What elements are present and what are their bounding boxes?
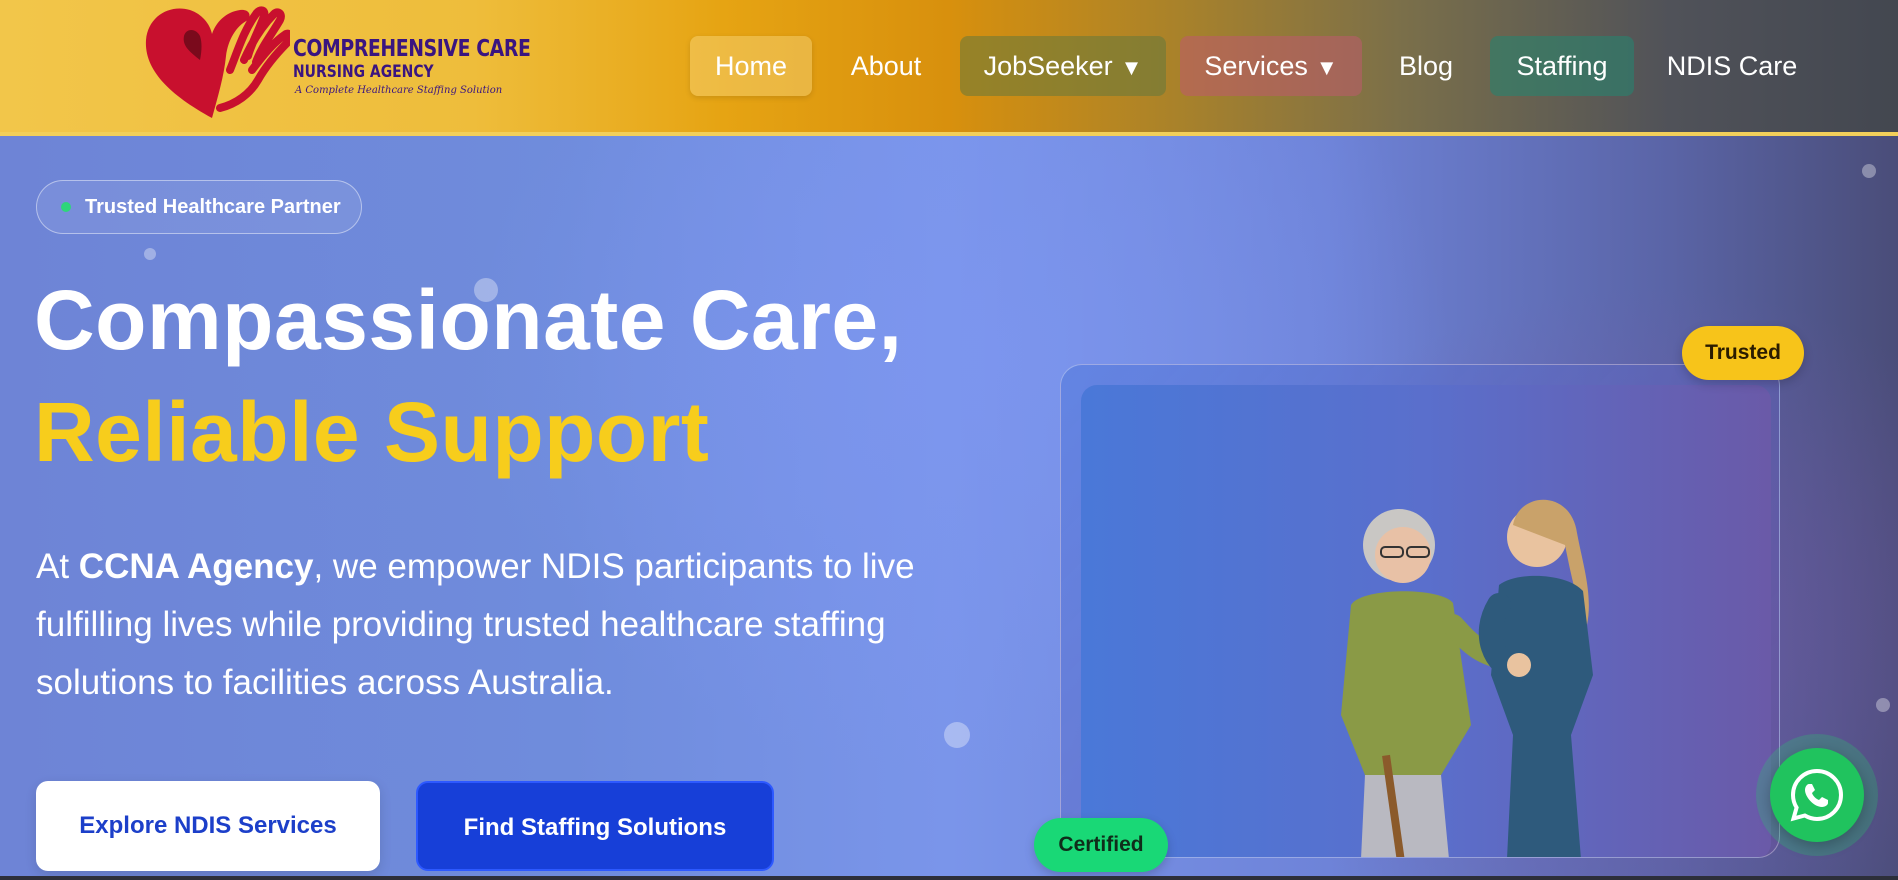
decor-dot xyxy=(944,722,970,748)
trusted-partner-pill: Trusted Healthcare Partner xyxy=(36,180,362,234)
trusted-badge: Trusted xyxy=(1682,326,1804,380)
hero-section: Trusted Healthcare Partner Compassionate… xyxy=(0,136,1898,880)
headline-line1: Compassionate Care, xyxy=(34,273,903,367)
heart-hands-icon xyxy=(145,6,290,119)
logo-tagline: A Complete Healthcare Staffing Solution xyxy=(295,85,503,96)
nav-jobseeker-label: JobSeeker xyxy=(983,51,1113,81)
whatsapp-button[interactable] xyxy=(1770,748,1864,842)
divider xyxy=(0,876,1898,880)
caregiver-elderly-photo xyxy=(1341,499,1593,857)
logo-subtitle: NURSING AGENCY xyxy=(293,62,434,82)
find-staffing-button[interactable]: Find Staffing Solutions xyxy=(416,781,774,871)
decor-dot xyxy=(1862,164,1876,178)
nav-jobseeker-dropdown[interactable]: JobSeeker ▼ xyxy=(960,36,1166,96)
hero-image-card xyxy=(1060,364,1780,858)
logo[interactable]: COMPREHENSIVE CARE NURSING AGENCY A Comp… xyxy=(140,0,531,125)
desc-prefix: At xyxy=(36,547,79,586)
nav-ndis-care-label: NDIS Care xyxy=(1666,51,1798,81)
chevron-down-icon: ▼ xyxy=(1315,55,1338,80)
nav-home-label: Home xyxy=(714,51,788,81)
nav-services-dropdown[interactable]: Services ▼ xyxy=(1180,36,1362,96)
nav-home[interactable]: Home xyxy=(690,36,812,96)
nav-blog-label: Blog xyxy=(1398,51,1454,81)
certified-badge: Certified xyxy=(1034,818,1168,872)
decor-dot xyxy=(144,248,156,260)
nav-about[interactable]: About xyxy=(830,36,942,96)
nav-ndis-care[interactable]: NDIS Care xyxy=(1652,36,1812,96)
headline-line2: Reliable Support xyxy=(34,385,710,479)
hero-description: At CCNA Agency, we empower NDIS particip… xyxy=(36,538,916,712)
nav-services-label: Services xyxy=(1204,51,1308,81)
pill-label: Trusted Healthcare Partner xyxy=(85,196,341,218)
nav-about-label: About xyxy=(850,51,922,81)
whatsapp-icon xyxy=(1790,768,1844,822)
nav-staffing[interactable]: Staffing xyxy=(1490,36,1634,96)
nav-blog[interactable]: Blog xyxy=(1384,36,1468,96)
explore-ndis-button[interactable]: Explore NDIS Services xyxy=(36,781,380,871)
nav-staffing-label: Staffing xyxy=(1516,51,1608,81)
site-header: COMPREHENSIVE CARE NURSING AGENCY A Comp… xyxy=(0,0,1898,136)
desc-brand: CCNA Agency xyxy=(78,547,314,586)
chevron-down-icon: ▼ xyxy=(1120,55,1143,80)
hero-image-frame xyxy=(1081,385,1771,857)
status-dot-icon xyxy=(61,202,71,212)
logo-title: COMPREHENSIVE CARE xyxy=(293,36,531,62)
decor-dot xyxy=(1876,698,1890,712)
